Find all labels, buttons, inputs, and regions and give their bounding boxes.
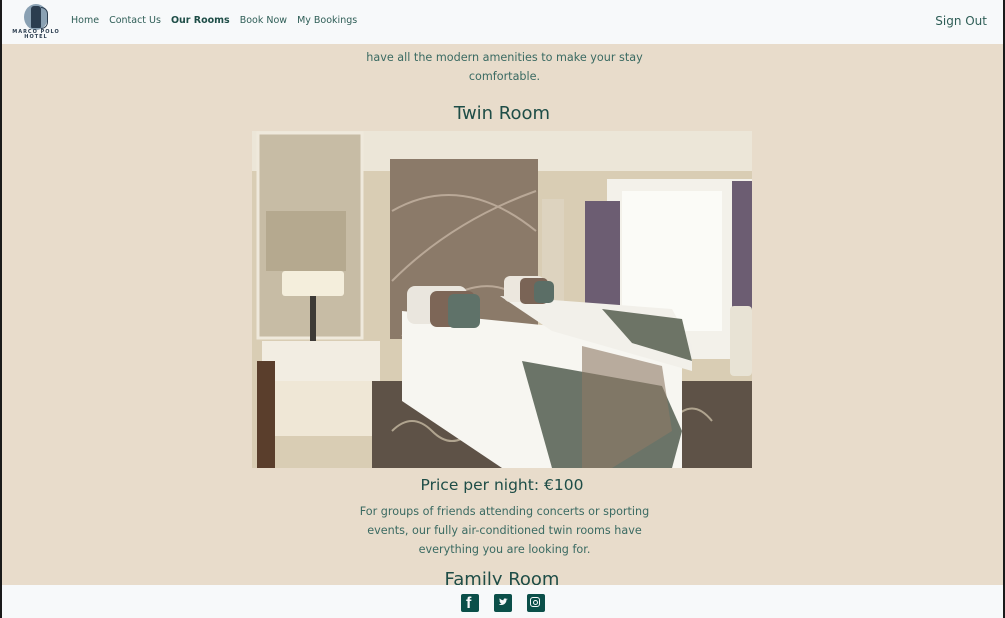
- facebook-icon[interactable]: f: [461, 594, 479, 612]
- nav-link-my-bookings[interactable]: My Bookings: [297, 15, 357, 26]
- nav-link-contact-us[interactable]: Contact Us: [109, 15, 161, 26]
- hotel-logo[interactable]: MARCO POLO HOTEL: [10, 2, 62, 42]
- nav-links: Home Contact Us Our Rooms Book Now My Bo…: [71, 15, 367, 26]
- top-navbar: MARCO POLO HOTEL Home Contact Us Our Roo…: [2, 0, 1003, 44]
- intro-text: have all the modern amenities to make yo…: [366, 51, 643, 83]
- sign-out-link[interactable]: Sign Out: [935, 14, 987, 28]
- instagram-icon[interactable]: [527, 594, 545, 612]
- archer-figure-icon: [31, 6, 41, 28]
- window-border-left: [0, 0, 2, 618]
- bow-icon: [41, 7, 48, 29]
- twin-room-title: Twin Room: [453, 103, 551, 124]
- nav-link-our-rooms[interactable]: Our Rooms: [171, 15, 230, 26]
- twin-room-photo: [252, 131, 752, 468]
- twitter-icon[interactable]: [494, 594, 512, 612]
- footer: f: [2, 585, 1003, 618]
- twin-room-price: Price per night: €100: [420, 476, 584, 494]
- social-links: f: [461, 594, 545, 612]
- main-content: have all the modern amenities to make yo…: [2, 0, 1003, 590]
- nav-link-home[interactable]: Home: [71, 15, 99, 26]
- twin-room-description: For groups of friends attending concerts…: [359, 505, 650, 556]
- logo-wordmark: MARCO POLO HOTEL: [12, 29, 60, 40]
- nav-link-book-now[interactable]: Book Now: [240, 15, 287, 26]
